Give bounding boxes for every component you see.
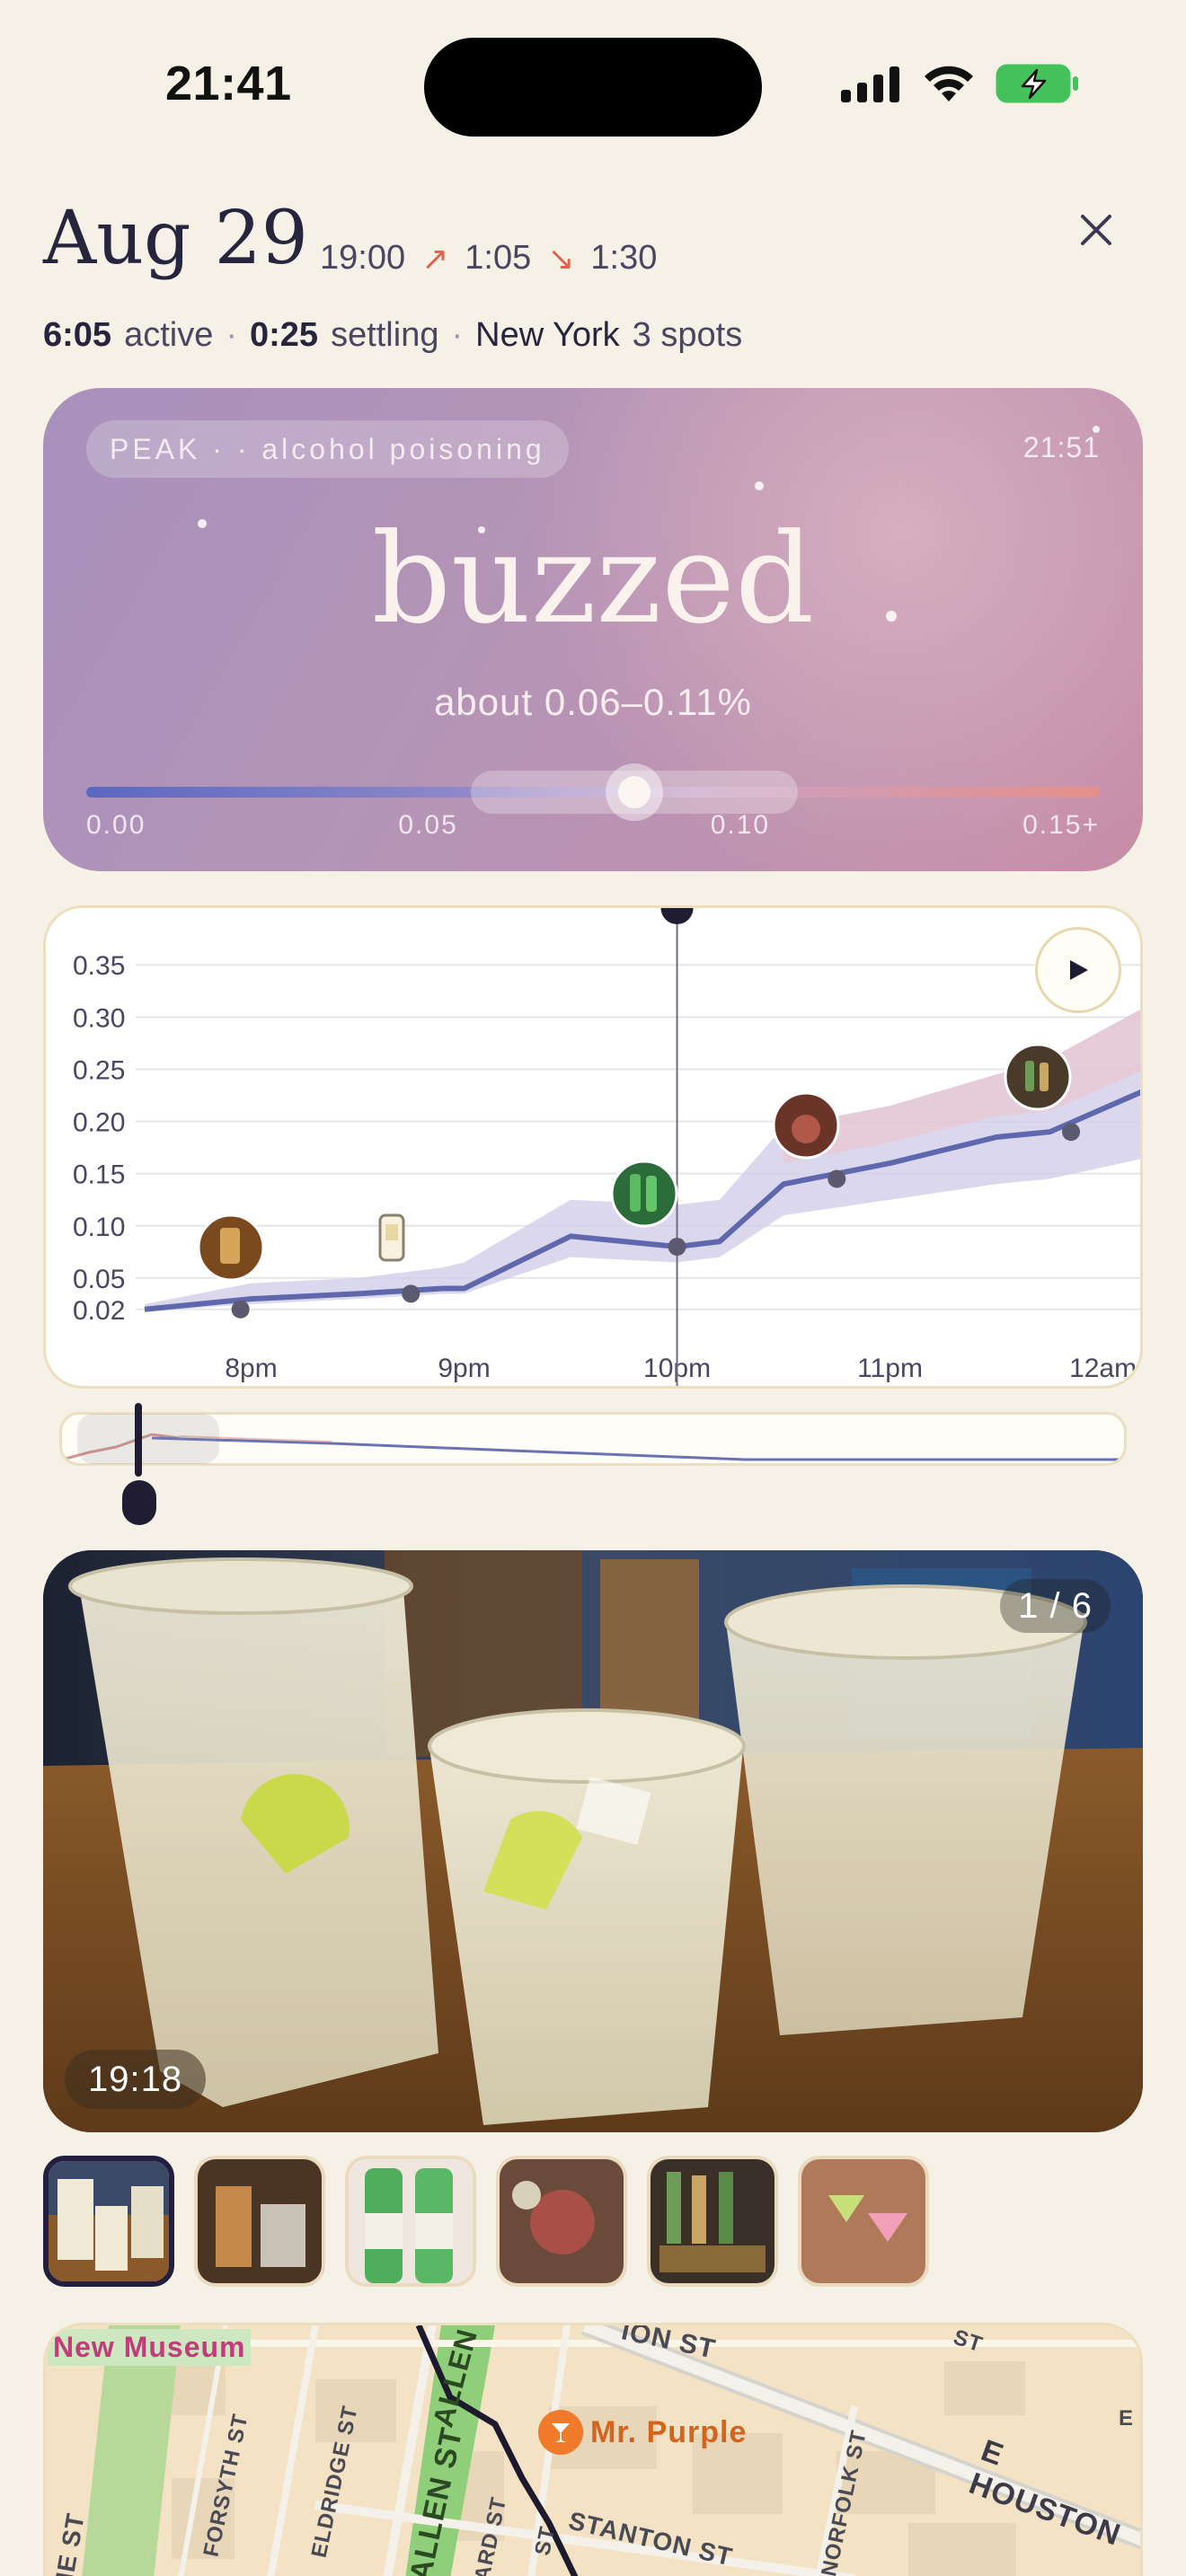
settling-value: 0:25 <box>250 316 319 354</box>
bac-scale-labels: 0.00 0.05 0.10 0.15+ <box>86 810 1100 841</box>
play-button[interactable] <box>1035 927 1121 1013</box>
bac-uncertainty-band <box>145 1009 1140 1312</box>
thumbnail-5[interactable] <box>647 2156 778 2287</box>
y-tick-label: 0.20 <box>73 1108 125 1138</box>
bac-chart[interactable]: 0.35 0.30 0.25 0.20 0.15 0.10 0.050.02 8pm 9pm 1… <box>46 908 1143 1389</box>
spots-count[interactable]: 3 spots <box>633 316 743 355</box>
y-tick-label: 0.05 <box>73 1265 125 1294</box>
sparkle <box>755 481 764 490</box>
photo-thumbnails <box>43 2156 929 2287</box>
thumbnail-2[interactable] <box>194 2156 325 2287</box>
scale-label: 0.15+ <box>1022 810 1100 840</box>
close-icon <box>1081 215 1111 245</box>
settling-label: settling <box>331 316 439 354</box>
separator: · <box>451 316 464 354</box>
time-cursor-handle[interactable] <box>660 908 694 924</box>
dynamic-island <box>424 38 762 137</box>
thumbnail-image <box>349 2159 473 2283</box>
thumbnail-image <box>801 2159 925 2283</box>
thumbnail-image <box>49 2161 169 2281</box>
separator: · <box>226 316 237 354</box>
fall-duration: 1:30 <box>590 239 658 277</box>
drink-point[interactable] <box>828 1169 846 1188</box>
peak-pill: PEAK · · alcohol poisoning <box>86 420 569 478</box>
y-tick-label: 0.35 <box>73 951 125 981</box>
y-tick-label: 0.02 <box>73 1296 125 1326</box>
drink-photo[interactable] <box>43 1550 1143 2132</box>
scrubber-handle[interactable] <box>135 1403 142 1477</box>
drink-marker-beer[interactable] <box>197 1213 265 1282</box>
y-tick-label: 0.30 <box>73 1003 125 1033</box>
drink-marker-red[interactable] <box>772 1091 840 1160</box>
map-label-mr-purple[interactable]: Mr. Purple <box>590 2415 747 2450</box>
x-tick-label: 8pm <box>225 1354 277 1383</box>
scrubber-knob[interactable] <box>122 1480 156 1525</box>
photo-timestamp: 19:18 <box>65 2050 207 2109</box>
arrow-up-right-icon: ↗ <box>421 239 449 277</box>
y-tick-label: 0.15 <box>73 1160 125 1190</box>
session-map[interactable]: New Museum Mr. Purple E HOUSTON STANTON … <box>43 2323 1143 2576</box>
photo-counter: 1 / 6 <box>1000 1579 1111 1633</box>
drink-point[interactable] <box>402 1284 420 1303</box>
thumbnail-6[interactable] <box>798 2156 929 2287</box>
drink-marker-soju[interactable] <box>610 1160 678 1228</box>
drink-point[interactable] <box>231 1300 250 1319</box>
scrubber-window[interactable] <box>77 1414 219 1464</box>
peak-card[interactable]: PEAK · · alcohol poisoning 21:51 buzzed … <box>43 388 1143 871</box>
cocktail-pin-icon[interactable] <box>538 2410 583 2455</box>
session-date: Aug 29 <box>43 196 308 281</box>
scale-label: 0.05 <box>398 810 458 840</box>
drink-marker-phone[interactable] <box>378 1213 405 1262</box>
thumbnail-3[interactable] <box>345 2156 476 2287</box>
thumbnail-1[interactable] <box>43 2156 174 2287</box>
y-tick-label: 0.25 <box>73 1055 125 1085</box>
play-icon <box>1070 960 1088 980</box>
close-button[interactable] <box>1071 205 1121 255</box>
drink-point[interactable] <box>668 1238 686 1257</box>
bac-chart-card[interactable]: 0.35 0.30 0.25 0.20 0.15 0.10 0.05 0.02 8pm 9pm 1… <box>43 905 1143 1389</box>
cocktail-icon <box>552 2423 570 2442</box>
drink-photo-image <box>43 1550 1143 2132</box>
active-label: active <box>124 316 214 354</box>
x-tick-label: 12am <box>1069 1354 1137 1383</box>
session-times: 19:00 ↗ 1:05 ↘ 1:30 <box>320 239 657 278</box>
signal-icon <box>841 66 899 102</box>
wifi-icon <box>925 66 973 101</box>
x-tick-label: 11pm <box>857 1354 923 1383</box>
y-tick-label: 0.10 <box>73 1213 125 1242</box>
map-label-new-museum[interactable]: New Museum <box>48 2329 252 2366</box>
thumbnail-image <box>198 2159 322 2283</box>
arrow-down-right-icon: ↘ <box>547 239 575 277</box>
thumbnail-4[interactable] <box>496 2156 627 2287</box>
scale-label: 0.10 <box>710 810 771 840</box>
status-icons <box>841 63 1080 104</box>
battery-charging-icon <box>996 64 1078 103</box>
timeline-scrubber[interactable] <box>59 1412 1127 1466</box>
thumbnail-image <box>500 2159 624 2283</box>
drink-point[interactable] <box>1062 1123 1081 1142</box>
active-value: 6:05 <box>43 316 112 354</box>
x-tick-label: 9pm <box>438 1354 490 1383</box>
peak-level: buzzed <box>371 507 815 651</box>
timeline-overview-line <box>62 1433 1124 1461</box>
x-axis-ticks: 8pm 9pm 10pm 11pm 12am <box>225 1354 1137 1383</box>
peak-bac-range: about 0.06–0.11% <box>434 681 752 723</box>
y-axis-ticks: 0.35 0.30 0.25 0.20 0.15 0.10 0.050.02 <box>73 951 125 1326</box>
rise-duration: 1:05 <box>465 239 532 277</box>
thumbnail-image <box>651 2159 774 2283</box>
city[interactable]: New York <box>475 316 620 355</box>
drink-marker-bottles[interactable] <box>1004 1043 1072 1111</box>
session-summary: 6:05 active · 0:25 settling · New York 3… <box>43 316 742 355</box>
scale-label: 0.00 <box>86 810 146 840</box>
peak-time: 21:51 <box>1022 431 1100 463</box>
start-time: 19:00 <box>320 239 406 277</box>
status-time: 21:41 <box>165 57 292 110</box>
map-label-e: E <box>1119 2406 1135 2430</box>
